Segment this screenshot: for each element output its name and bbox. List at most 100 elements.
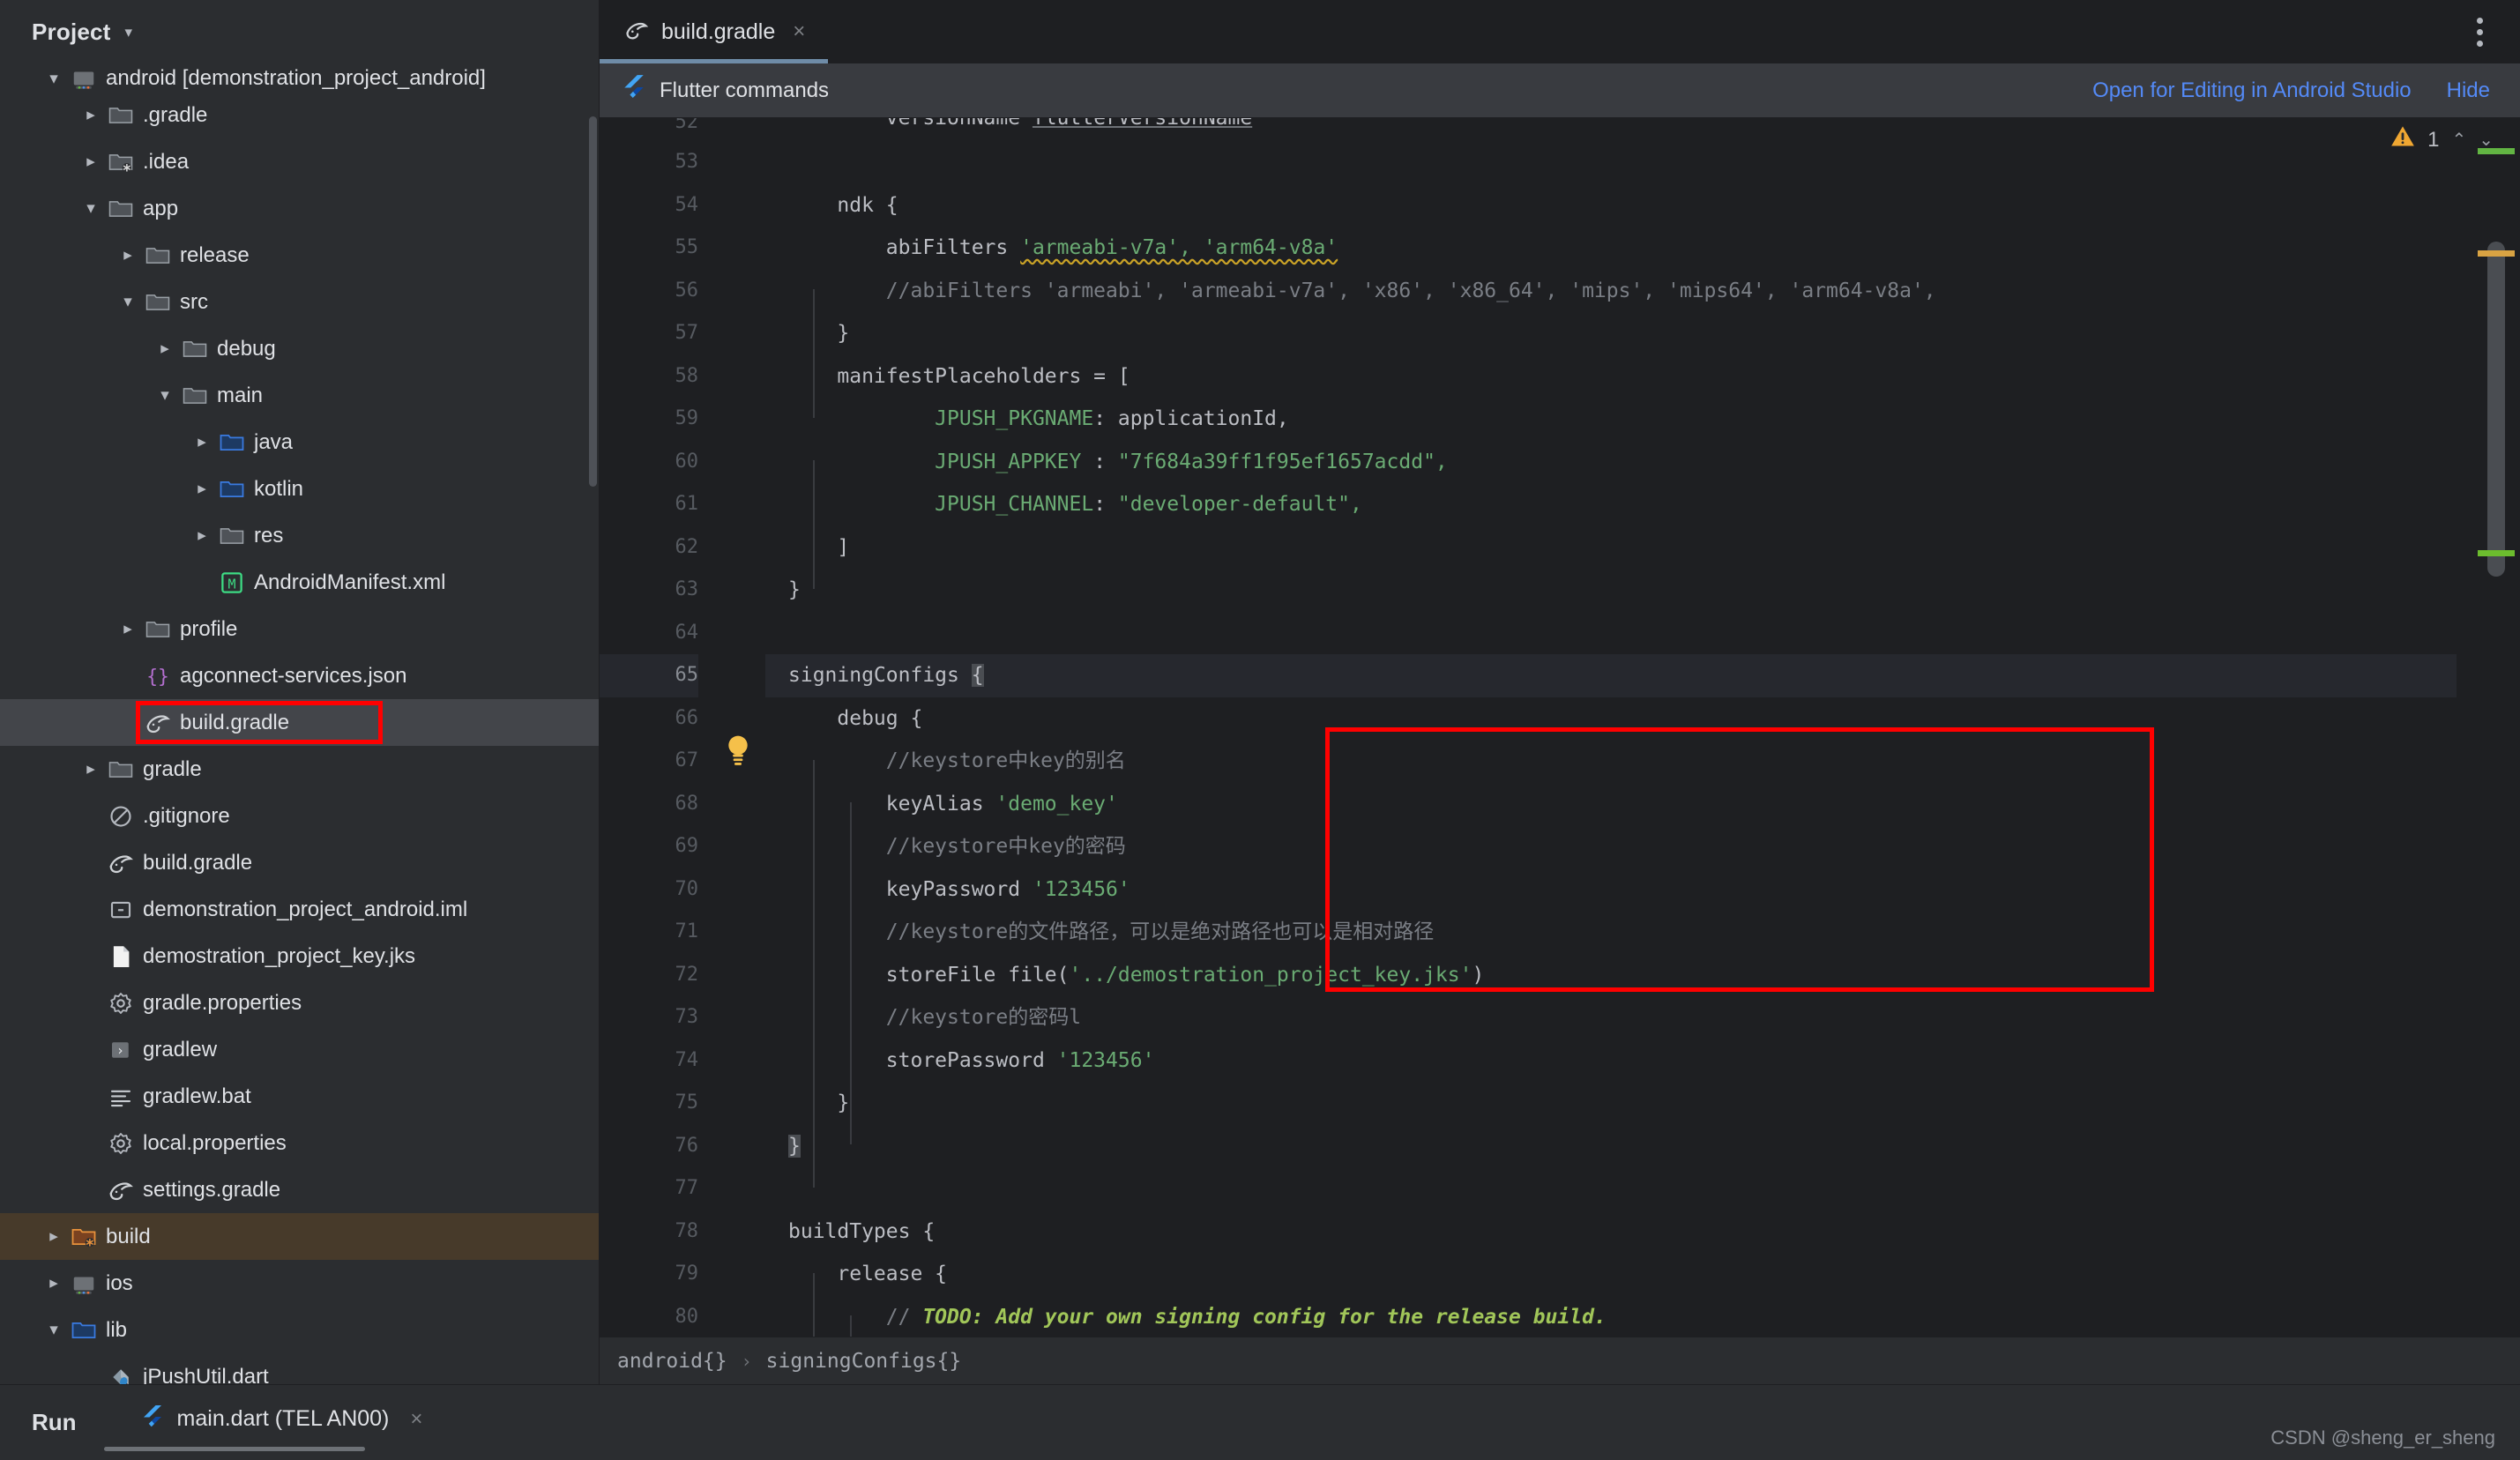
tree-item-src[interactable]: ▾src [0,279,599,325]
editor-scrollbar-track[interactable] [2457,118,2520,1337]
line-number-55[interactable]: 55 [600,227,698,270]
close-icon[interactable]: × [410,1407,422,1432]
chevron-right-icon[interactable]: ▸ [189,434,215,451]
code-line-61[interactable]: JPUSH_CHANNEL: "developer-default", [765,483,2457,526]
code-line-79[interactable]: release { [765,1253,2457,1296]
more-options-icon[interactable] [2462,0,2497,63]
code-line-56[interactable]: //abiFilters 'armeabi', 'armeabi-v7a', '… [765,270,2457,313]
line-number-61[interactable]: 61 [600,483,698,526]
code-line-52[interactable]: versionName flutterVersionName [765,118,2457,141]
chevron-right-icon[interactable]: ▸ [41,1228,67,1245]
sidebar-scrollbar[interactable] [589,116,597,487]
chevron-right-icon[interactable]: ▸ [189,480,215,497]
editor-scrollbar-thumb[interactable] [2487,242,2505,577]
project-panel-header[interactable]: Project ▾ [0,0,600,63]
line-number-69[interactable]: 69 [600,825,698,868]
code-line-67[interactable]: //keystore中key的别名 [765,740,2457,783]
line-number-63[interactable]: 63 [600,569,698,612]
chevron-down-icon[interactable]: ▾ [78,200,104,217]
tree-item-gradlew-bat[interactable]: gradlew.bat [0,1073,599,1120]
project-tree[interactable]: ▾android [demonstration_project_android]… [0,63,599,1384]
code-line-54[interactable]: ndk { [765,184,2457,227]
code-line-59[interactable]: JPUSH_PKGNAME: applicationId, [765,398,2457,441]
code-editor-content[interactable]: versionName flutterVersionName ndk { abi… [765,118,2457,1337]
line-number-71[interactable]: 71 [600,911,698,954]
line-number-59[interactable]: 59 [600,398,698,441]
code-line-66[interactable]: debug { [765,697,2457,741]
tree-item-agconnect-services-json[interactable]: {}agconnect-services.json [0,652,599,699]
tree-item-res[interactable]: ▸res [0,512,599,559]
line-number-74[interactable]: 74 [600,1039,698,1083]
tree-item-gitignore[interactable]: .gitignore [0,793,599,839]
line-number-62[interactable]: 62 [600,526,698,570]
code-line-58[interactable]: manifestPlaceholders = [ [765,355,2457,399]
breadcrumb[interactable]: android{} › signingConfigs{} [600,1337,2520,1384]
chevron-down-icon[interactable]: ▾ [125,25,133,40]
line-number-gutter[interactable]: 5253545556575859606162636465666768697071… [600,118,714,1337]
scrollbar-marker-green[interactable] [2478,550,2515,556]
tree-item-demostration-project-key-jks[interactable]: demostration_project_key.jks [0,933,599,980]
lightbulb-icon[interactable] [723,734,753,773]
tree-item-gradle-properties[interactable]: gradle.properties [0,980,599,1026]
tree-item-debug[interactable]: ▸debug [0,325,599,372]
tree-item-app[interactable]: ▾app [0,185,599,232]
icon-gutter[interactable] [714,118,765,1337]
tree-item-build[interactable]: ▸build [0,1213,599,1260]
code-line-78[interactable]: buildTypes { [765,1210,2457,1254]
tree-item-lib[interactable]: ▾lib [0,1307,599,1353]
chevron-right-icon[interactable]: ▸ [41,1275,67,1292]
chevron-right-icon[interactable]: ▸ [78,107,104,123]
code-line-77[interactable] [765,1167,2457,1210]
open-in-android-studio-link[interactable]: Open for Editing in Android Studio [2092,78,2412,103]
line-number-73[interactable]: 73 [600,996,698,1039]
line-number-78[interactable]: 78 [600,1210,698,1254]
code-line-60[interactable]: JPUSH_APPKEY : "7f684a39ff1f95ef1657acdd… [765,441,2457,484]
line-number-56[interactable]: 56 [600,270,698,313]
code-line-76[interactable]: } [765,1125,2457,1168]
line-number-66[interactable]: 66 [600,697,698,741]
line-number-57[interactable]: 57 [600,312,698,355]
tree-item-build-gradle[interactable]: build.gradle [0,839,599,886]
code-line-72[interactable]: storeFile file('../demostration_project_… [765,954,2457,997]
tree-item-demonstration-project-android-iml[interactable]: demonstration_project_android.iml [0,886,599,933]
line-number-68[interactable]: 68 [600,783,698,826]
chevron-up-icon[interactable]: ⌃ [2451,129,2466,151]
chevron-right-icon[interactable]: ▸ [152,340,178,357]
breadcrumb-item-signingconfigs[interactable]: signingConfigs{} [766,1350,962,1373]
line-number-67[interactable]: 67 [600,740,698,783]
line-number-52[interactable]: 52 [600,118,698,141]
chevron-right-icon[interactable]: ▸ [189,527,215,544]
chevron-right-icon[interactable]: ▸ [115,247,141,264]
code-line-80[interactable]: // TODO: Add your own signing config for… [765,1296,2457,1337]
line-number-77[interactable]: 77 [600,1167,698,1210]
code-line-63[interactable]: } [765,569,2457,612]
tree-item-main[interactable]: ▾main [0,372,599,419]
tree-item-build-gradle[interactable]: build.gradle [0,699,599,746]
line-number-53[interactable]: 53 [600,141,698,184]
tree-item-release[interactable]: ▸release [0,232,599,279]
code-line-75[interactable]: } [765,1082,2457,1125]
chevron-right-icon[interactable]: ▸ [78,153,104,170]
project-tree-panel[interactable]: ▾android [demonstration_project_android]… [0,63,600,1384]
tree-item-jpushutil-dart[interactable]: jPushUtil.dart [0,1353,599,1384]
line-number-54[interactable]: 54 [600,184,698,227]
line-number-80[interactable]: 80 [600,1296,698,1337]
tree-item-idea[interactable]: ▸.idea [0,138,599,185]
tree-item-android-demonstration-project-android[interactable]: ▾android [demonstration_project_android] [0,63,599,92]
code-line-57[interactable]: } [765,312,2457,355]
line-number-70[interactable]: 70 [600,868,698,912]
line-number-79[interactable]: 79 [600,1253,698,1296]
line-number-72[interactable]: 72 [600,954,698,997]
hide-link[interactable]: Hide [2447,78,2490,103]
code-line-53[interactable] [765,141,2457,184]
chevron-down-icon[interactable]: ⌄ [2479,129,2494,151]
code-line-69[interactable]: //keystore中key的密码 [765,825,2457,868]
tree-item-gradle[interactable]: ▸gradle [0,746,599,793]
code-line-65[interactable]: signingConfigs { [765,654,2457,697]
line-number-58[interactable]: 58 [600,355,698,399]
tree-item-profile[interactable]: ▸profile [0,606,599,652]
line-number-65[interactable]: 65 [600,654,698,697]
tree-item-settings-gradle[interactable]: settings.gradle [0,1166,599,1213]
code-line-64[interactable] [765,612,2457,655]
line-number-75[interactable]: 75 [600,1082,698,1125]
